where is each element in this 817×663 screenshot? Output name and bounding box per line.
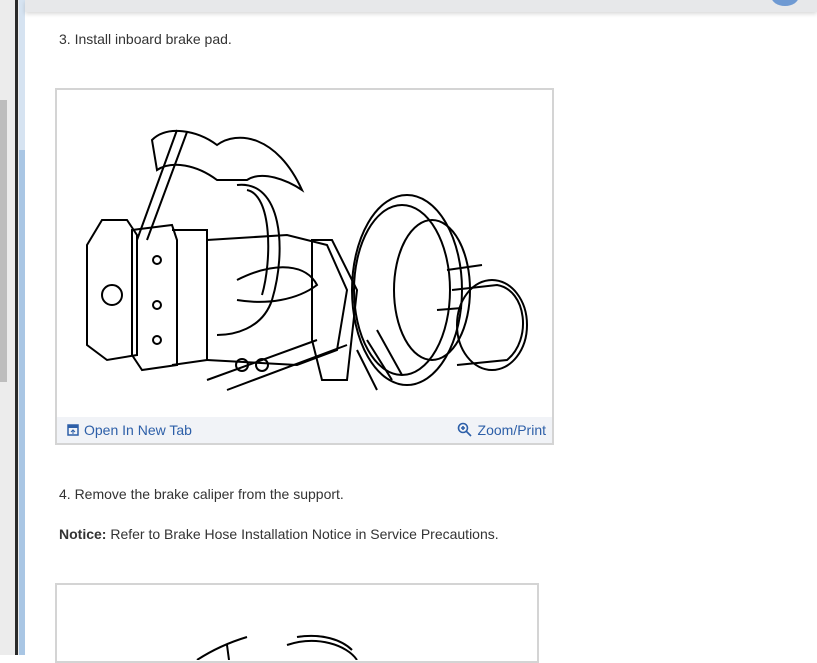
panel-edge-selected xyxy=(19,150,25,655)
notice-text: Notice: Refer to Brake Hose Installation… xyxy=(59,526,499,542)
zoom-print-link[interactable]: Zoom/Print xyxy=(457,422,546,438)
open-new-tab-icon xyxy=(67,424,79,436)
scrollbar-thumb[interactable] xyxy=(0,100,7,382)
caliper-illustration xyxy=(196,634,358,660)
step-3-text: 3. Install inboard brake pad. xyxy=(59,31,232,47)
top-toolbar xyxy=(25,0,817,12)
figure-install-inboard-brake-pad: Open In New Tab Zoom/Print xyxy=(55,88,554,445)
figure-remove-caliper xyxy=(55,583,539,663)
open-in-new-tab-label: Open In New Tab xyxy=(84,422,192,438)
notice-body: Refer to Brake Hose Installation Notice … xyxy=(106,526,499,542)
divider xyxy=(15,0,18,655)
zoom-print-label: Zoom/Print xyxy=(477,422,546,438)
open-in-new-tab-link[interactable]: Open In New Tab xyxy=(67,422,192,438)
notice-label: Notice: xyxy=(59,526,107,542)
brake-assembly-illustration xyxy=(86,129,528,391)
figure-footer: Open In New Tab Zoom/Print xyxy=(57,417,552,443)
left-window-edge xyxy=(0,0,25,655)
panel-edge xyxy=(19,0,25,150)
avatar[interactable] xyxy=(771,0,799,6)
step-4-text: 4. Remove the brake caliper from the sup… xyxy=(59,486,344,502)
zoom-in-icon xyxy=(457,422,472,437)
